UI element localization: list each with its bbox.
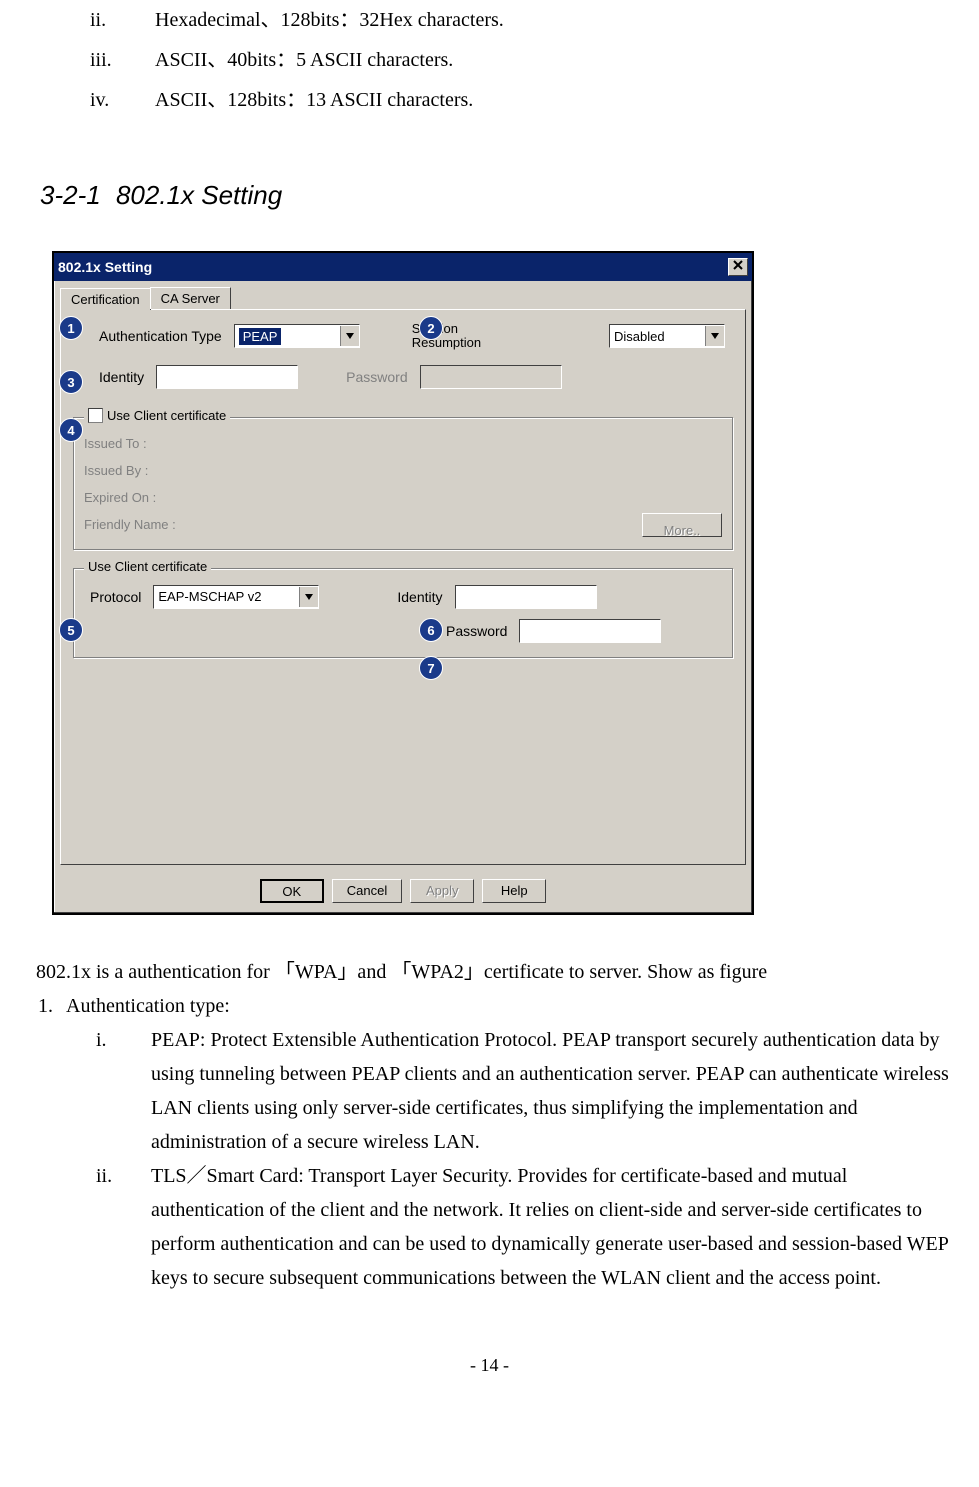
cert-details: Issued To : Issued By : Expired On : Fri… bbox=[84, 430, 722, 539]
ok-button[interactable]: OK bbox=[260, 879, 324, 903]
sub-list: i. PEAP: Protect Extensible Authenticati… bbox=[96, 1023, 959, 1295]
list-num: ii. bbox=[90, 0, 155, 40]
protocol-label: Protocol bbox=[84, 586, 147, 608]
issued-by-label: Issued By : bbox=[84, 457, 722, 484]
list-num: ii. bbox=[96, 1159, 151, 1295]
client-cert-groupbox: Use Client certificate Issued To : Issue… bbox=[73, 417, 733, 550]
dialog-button-row: OK Cancel Apply Help bbox=[54, 871, 752, 913]
close-button[interactable] bbox=[728, 258, 748, 276]
tab-strip: Certification CA Server bbox=[60, 287, 752, 309]
body-paragraph: 802.1x is a authentication for 「WPA」and … bbox=[36, 955, 959, 989]
list-num: 1. bbox=[38, 989, 66, 1023]
apply-button: Apply bbox=[410, 879, 474, 903]
identity2-label: Identity bbox=[391, 586, 448, 608]
identity2-input[interactable] bbox=[455, 585, 597, 609]
list-item: ii. TLS／Smart Card: Transport Layer Secu… bbox=[96, 1159, 959, 1295]
tab-panel-certification: 1 2 3 4 5 6 7 Authentication Type PEAP S… bbox=[60, 309, 746, 865]
list-item: 1. Authentication type: bbox=[38, 989, 959, 1023]
password2-input[interactable] bbox=[519, 619, 661, 643]
chevron-down-icon bbox=[299, 587, 318, 607]
list-num: i. bbox=[96, 1023, 151, 1159]
password2-row: Password bbox=[84, 619, 722, 643]
callout-1: 1 bbox=[59, 316, 83, 340]
section-title-text: 802.1x Setting bbox=[116, 180, 282, 210]
list-item: ii. Hexadecimal、128bits：32Hex characters… bbox=[90, 0, 959, 40]
list-text: TLS／Smart Card: Transport Layer Security… bbox=[151, 1159, 959, 1295]
callout-3: 3 bbox=[59, 370, 83, 394]
list-text: ASCII、128bits：13 ASCII characters. bbox=[155, 80, 473, 120]
list-text: ASCII、40bits：5 ASCII characters. bbox=[155, 40, 453, 80]
list-item: iii. ASCII、40bits：5 ASCII characters. bbox=[90, 40, 959, 80]
page-number: - 14 - bbox=[20, 1355, 959, 1376]
cancel-button[interactable]: Cancel bbox=[332, 879, 402, 903]
callout-7: 7 bbox=[419, 656, 443, 680]
callout-5: 5 bbox=[59, 618, 83, 642]
numbered-list: 1. Authentication type: bbox=[38, 989, 959, 1023]
friendly-name-label: Friendly Name : bbox=[84, 511, 176, 538]
password-input bbox=[420, 365, 562, 389]
list-text: Authentication type: bbox=[66, 989, 230, 1023]
dialog-802-1x-setting: 802.1x Setting Certification CA Server 1… bbox=[52, 251, 754, 915]
section-number: 3-2-1 bbox=[40, 180, 101, 210]
section-heading: 3-2-1 802.1x Setting bbox=[40, 180, 959, 211]
chevron-down-icon bbox=[705, 326, 724, 346]
password-label: Password bbox=[340, 366, 413, 388]
client-cert-legend: Use Client certificate bbox=[84, 408, 230, 423]
more-button: More.. bbox=[642, 513, 722, 537]
auth-type-value: PEAP bbox=[239, 328, 282, 345]
password2-label: Password bbox=[440, 620, 513, 642]
identity-label: Identity bbox=[93, 366, 150, 388]
protocol-groupbox: Use Client certificate Protocol EAP-MSCH… bbox=[73, 568, 733, 658]
auth-type-combobox[interactable]: PEAP bbox=[234, 324, 360, 348]
auth-type-label: Authentication Type bbox=[93, 325, 228, 347]
dialog-screenshot: 802.1x Setting Certification CA Server 1… bbox=[52, 251, 959, 915]
session-resumption-combobox[interactable]: Disabled bbox=[609, 324, 725, 348]
callout-4: 4 bbox=[59, 418, 83, 442]
protocol-row: Protocol EAP-MSCHAP v2 Identity bbox=[84, 585, 722, 609]
auth-row: Authentication Type PEAP Session Resumpt… bbox=[71, 322, 735, 351]
callout-2: 2 bbox=[419, 316, 443, 340]
list-item: i. PEAP: Protect Extensible Authenticati… bbox=[96, 1023, 959, 1159]
use-client-cert-label: Use Client certificate bbox=[107, 408, 226, 423]
list-text: Hexadecimal、128bits：32Hex characters. bbox=[155, 0, 504, 40]
list-num: iv. bbox=[90, 80, 155, 120]
protocol-legend: Use Client certificate bbox=[84, 559, 211, 574]
protocol-value: EAP-MSCHAP v2 bbox=[158, 589, 261, 604]
identity-row: Identity Password bbox=[71, 365, 735, 389]
window-title: 802.1x Setting bbox=[58, 259, 152, 275]
list-item: iv. ASCII、128bits：13 ASCII characters. bbox=[90, 80, 959, 120]
callout-6: 6 bbox=[419, 618, 443, 642]
titlebar: 802.1x Setting bbox=[54, 253, 752, 281]
top-numbered-list: ii. Hexadecimal、128bits：32Hex characters… bbox=[90, 0, 959, 120]
help-button[interactable]: Help bbox=[482, 879, 546, 903]
session-resumption-value: Disabled bbox=[614, 329, 665, 344]
tab-certification[interactable]: Certification bbox=[60, 288, 151, 310]
list-text: PEAP: Protect Extensible Authentication … bbox=[151, 1023, 959, 1159]
expired-on-label: Expired On : bbox=[84, 484, 722, 511]
identity-input[interactable] bbox=[156, 365, 298, 389]
list-num: iii. bbox=[90, 40, 155, 80]
chevron-down-icon bbox=[340, 326, 359, 346]
issued-to-label: Issued To : bbox=[84, 430, 722, 457]
use-client-cert-checkbox[interactable] bbox=[88, 408, 103, 423]
tab-ca-server[interactable]: CA Server bbox=[150, 287, 231, 309]
protocol-combobox[interactable]: EAP-MSCHAP v2 bbox=[153, 585, 319, 609]
